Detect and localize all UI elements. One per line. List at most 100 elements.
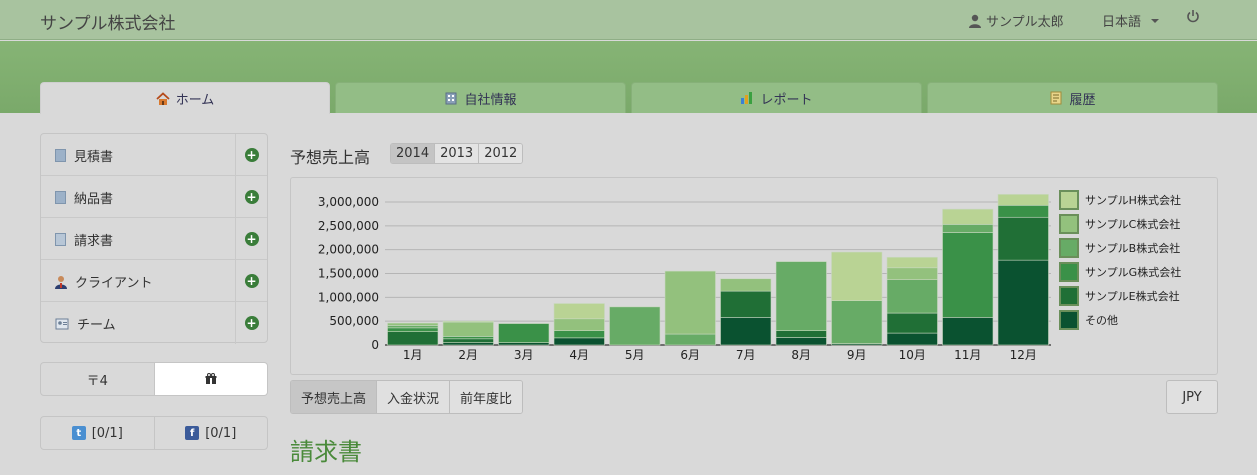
legend-label: サンプルB株式会社 (1085, 242, 1181, 255)
power-icon[interactable] (1186, 9, 1200, 27)
user-menu[interactable]: サンプル太郎 (968, 11, 1064, 30)
facebook-count: [0/1] (205, 425, 237, 441)
x-tick-label: 6月 (680, 348, 700, 362)
social-row: t [0/1] f [0/1] (40, 416, 268, 450)
legend-item: その他 (1059, 308, 1181, 332)
bar-chart-icon (741, 92, 753, 104)
bar-segment (886, 332, 938, 346)
brand-title[interactable]: サンプル株式会社 (40, 9, 176, 34)
bar-segment (553, 318, 605, 332)
plus-icon: + (244, 190, 259, 204)
history-icon (1050, 91, 1062, 105)
legend-label: サンプルG株式会社 (1085, 266, 1182, 279)
y-tick-label: 1,000,000 (318, 290, 379, 304)
year-button-2013[interactable]: 2013 (434, 144, 479, 163)
sidebar-item-estimate[interactable]: 見積書 + (41, 134, 267, 176)
bar-segment (442, 342, 494, 346)
chevron-down-icon (1151, 18, 1160, 23)
bar-segment (942, 224, 994, 233)
bar-segment (886, 312, 938, 334)
legend-label: サンプルE株式会社 (1085, 290, 1180, 303)
facebook-button[interactable]: f [0/1] (153, 417, 268, 449)
legend-item: サンプルC株式会社 (1059, 212, 1181, 236)
x-tick-label: 11月 (954, 348, 981, 362)
chart-legend: サンプルH株式会社 サンプルC株式会社サンプルB株式会社 サンプルG株式会社 サンプル… (1059, 188, 1181, 332)
bar-segment (387, 325, 439, 329)
bar-segment (553, 337, 605, 346)
x-tick-label: 3月 (514, 348, 534, 362)
tab-payment-status[interactable]: 入金状況 (376, 381, 450, 413)
add-team-button[interactable]: + (235, 302, 267, 344)
chart-title: 予想売上高 (290, 148, 371, 167)
tab-label: 履歴 (1069, 92, 1096, 108)
language-dropdown[interactable]: 日本語 (1102, 11, 1160, 30)
bar-segment (942, 317, 994, 346)
document-icon (55, 149, 66, 162)
legend-swatch (1059, 190, 1079, 210)
add-delivery-button[interactable]: + (235, 176, 267, 218)
legend-swatch (1059, 214, 1079, 234)
twitter-button[interactable]: t [0/1] (41, 417, 154, 449)
sales-chart-panel: 0 500,000 1,000,000 1,500,000 2,000,000 2,500… (290, 177, 1218, 375)
add-estimate-button[interactable]: + (235, 134, 267, 176)
sidebar-item-invoice[interactable]: 請求書 + (41, 218, 267, 260)
sidebar-item-delivery[interactable]: 納品書 + (41, 176, 267, 218)
sidebar-item-label: チーム (77, 318, 116, 333)
bar-segment (997, 194, 1049, 206)
currency-button[interactable]: JPY (1166, 380, 1218, 414)
sidebar-item-label: 見積書 (74, 150, 114, 165)
bar-segment (831, 251, 883, 301)
plus-icon: + (244, 274, 259, 288)
bar-segment (387, 322, 439, 326)
x-tick-label: 9月 (847, 348, 867, 362)
team-icon (55, 318, 69, 329)
tab-home[interactable]: ホーム (40, 82, 330, 114)
twitter-count: [0/1] (91, 425, 123, 441)
add-invoice-button[interactable]: + (235, 218, 267, 260)
tab-year-over-year[interactable]: 前年度比 (449, 381, 523, 413)
sidebar-item-team[interactable]: チーム + (41, 302, 267, 344)
legend-item: サンプルG株式会社 (1059, 260, 1181, 284)
gift-button[interactable] (153, 363, 267, 395)
user-name: サンプル太郎 (986, 15, 1064, 30)
home-icon (156, 91, 170, 105)
bar-segment (997, 205, 1049, 218)
x-tick-label: 12月 (1010, 348, 1037, 362)
year-button-2012[interactable]: 2012 (478, 144, 523, 163)
plus-icon: + (244, 316, 259, 330)
tab-forecast-sales[interactable]: 予想売上高 (291, 381, 377, 413)
tab-history[interactable]: 履歴 (927, 82, 1218, 113)
invoice-section-heading: 請求書 (290, 438, 362, 466)
x-tick-label: 8月 (791, 348, 811, 362)
bar-segment (886, 256, 938, 269)
bar-segment (387, 327, 439, 332)
postal-button[interactable]: 〒4 (41, 363, 154, 395)
bar-segment (609, 306, 661, 346)
bar-segment (775, 330, 827, 338)
postal-gift-row: 〒4 (40, 362, 268, 396)
bar-segment (387, 331, 439, 346)
bar-segment (720, 290, 772, 318)
legend-swatch (1059, 262, 1079, 282)
bar-segment (553, 330, 605, 339)
tab-report[interactable]: レポート (631, 82, 922, 113)
year-button-2014[interactable]: 2014 (391, 144, 435, 163)
legend-swatch (1059, 310, 1079, 330)
x-tick-label: 10月 (899, 348, 926, 362)
bar-segment (775, 337, 827, 346)
y-tick-label: 3,000,000 (318, 195, 379, 209)
bar-segment (720, 278, 772, 292)
y-tick-label: 1,500,000 (318, 267, 379, 281)
bar-segment (664, 270, 716, 335)
document-icon (55, 191, 66, 204)
sales-chart: 0 500,000 1,000,000 1,500,000 2,000,000 2,500… (318, 194, 1051, 362)
legend-item: サンプルH株式会社 (1059, 188, 1181, 212)
x-tick-label: 4月 (569, 348, 589, 362)
bar-segment (886, 267, 938, 280)
bar-segment (997, 216, 1049, 261)
tab-company-info[interactable]: 自社情報 (335, 82, 626, 113)
postal-label: 〒4 (86, 373, 108, 389)
sidebar-item-client[interactable]: クライアント + (41, 260, 267, 302)
add-client-button[interactable]: + (235, 260, 267, 302)
invoice-icon (55, 233, 66, 246)
